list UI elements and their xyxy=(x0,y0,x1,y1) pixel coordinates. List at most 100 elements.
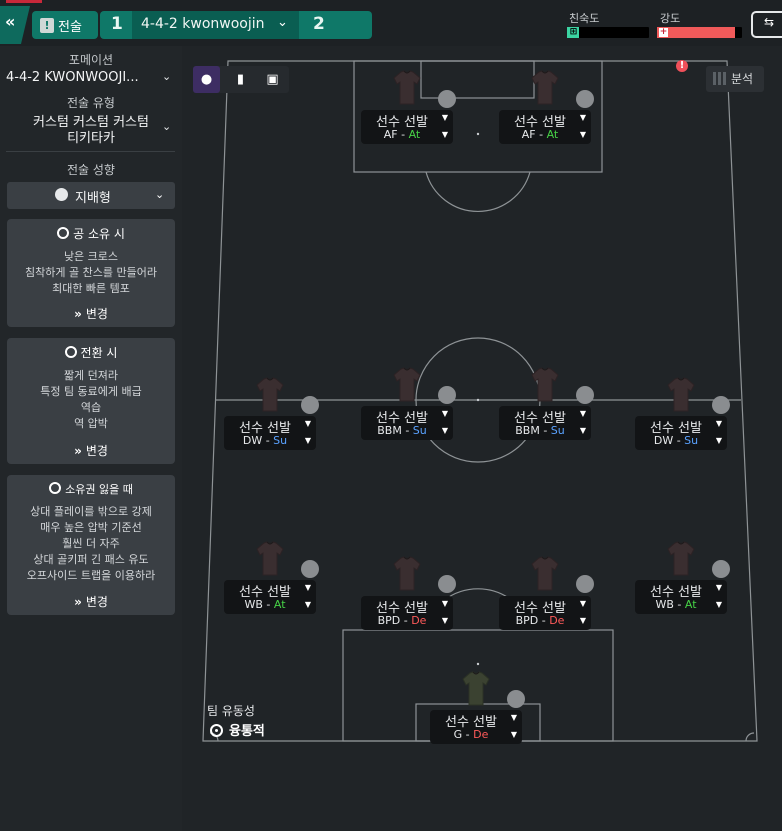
player-slot-wb-right[interactable]: 선수 선발 WB - At ▼ ▼ xyxy=(635,580,727,614)
view-toolbar: ● ▮ ▣ xyxy=(193,66,289,93)
player-slot-bpd-right[interactable]: 선수 선발 BPD - De ▼ ▼ xyxy=(499,596,591,630)
caret-down-icon: ▼ xyxy=(579,616,586,625)
duty-label: At xyxy=(684,598,697,611)
role-separator: - xyxy=(400,614,412,627)
role-duty-dropdown[interactable]: BPD - De xyxy=(499,614,581,627)
duty-label: De xyxy=(473,728,489,741)
player-status-dot[interactable] xyxy=(438,386,456,404)
role-duty-dropdown[interactable]: BBM - Su xyxy=(361,424,443,437)
player-status-dot[interactable] xyxy=(438,575,456,593)
role-duty-dropdown[interactable]: BBM - Su xyxy=(499,424,581,437)
duty-label: At xyxy=(546,128,559,141)
target-icon xyxy=(210,724,223,737)
top-penalty-arc xyxy=(425,171,531,212)
stats-view-button[interactable]: ▮ xyxy=(227,66,254,93)
player-status-dot[interactable] xyxy=(576,575,594,593)
bar-chart-icon: ▮ xyxy=(236,72,245,87)
person-icon: ● xyxy=(200,72,213,87)
role-duty-dropdown[interactable]: G - De xyxy=(430,728,512,741)
role-separator: - xyxy=(262,598,274,611)
duty-label: Su xyxy=(412,424,427,437)
role-duty-dropdown[interactable]: WB - At xyxy=(224,598,306,611)
role-label: WB xyxy=(655,598,674,611)
caret-down-icon: ▼ xyxy=(441,409,448,418)
player-slot-card: 선수 선발 AF - At ▼ ▼ xyxy=(499,110,591,144)
caret-down-icon: ▼ xyxy=(441,130,448,139)
caret-down-icon: ▼ xyxy=(441,113,448,122)
caret-down-icon: ▼ xyxy=(715,583,722,592)
player-slot-card: 선수 선발 DW - Su ▼ ▼ xyxy=(224,416,316,450)
warning-icon[interactable]: ! xyxy=(676,60,688,72)
analysis-label: 분석 xyxy=(731,72,754,86)
role-separator: - xyxy=(262,434,274,447)
player-slot-gk[interactable]: 선수 선발 G - De ▼ ▼ xyxy=(430,710,522,744)
team-fluidity: 팀 유동성 융통적 xyxy=(207,702,265,739)
role-label: BPD xyxy=(515,614,539,627)
player-shirt-icon[interactable] xyxy=(462,671,490,707)
player-shirt-icon[interactable] xyxy=(393,367,421,403)
player-slot-af-left[interactable]: 선수 선발 AF - At ▼ ▼ xyxy=(361,110,453,144)
caret-down-icon: ▼ xyxy=(579,599,586,608)
player-status-dot[interactable] xyxy=(576,90,594,108)
player-status-dot[interactable] xyxy=(438,90,456,108)
player-shirt-icon[interactable] xyxy=(667,541,695,577)
role-duty-dropdown[interactable]: AF - At xyxy=(361,128,443,141)
caret-down-icon: ▼ xyxy=(441,426,448,435)
player-shirt-icon[interactable] xyxy=(393,70,421,106)
duty-label: Su xyxy=(684,434,699,447)
player-status-dot[interactable] xyxy=(507,690,525,708)
duty-label: Su xyxy=(550,424,565,437)
player-slot-bpd-left[interactable]: 선수 선발 BPD - De ▼ ▼ xyxy=(361,596,453,630)
duty-label: At xyxy=(273,598,286,611)
role-separator: - xyxy=(539,424,551,437)
role-separator: - xyxy=(462,728,474,741)
player-view-button[interactable]: ● xyxy=(193,66,220,93)
analysis-button[interactable]: 분석 xyxy=(706,66,764,92)
instructions-view-button[interactable]: ▣ xyxy=(259,66,286,93)
role-duty-dropdown[interactable]: AF - At xyxy=(499,128,581,141)
role-duty-dropdown[interactable]: DW - Su xyxy=(224,434,306,447)
player-status-dot[interactable] xyxy=(712,560,730,578)
caret-down-icon: ▼ xyxy=(579,409,586,418)
player-shirt-icon[interactable] xyxy=(256,377,284,413)
caret-down-icon: ▼ xyxy=(715,600,722,609)
player-slot-dw-right[interactable]: 선수 선발 DW - Su ▼ ▼ xyxy=(635,416,727,450)
player-slot-wb-left[interactable]: 선수 선발 WB - At ▼ ▼ xyxy=(224,580,316,614)
caret-down-icon: ▼ xyxy=(441,599,448,608)
penalty-spot xyxy=(476,132,480,136)
role-label: G xyxy=(453,728,463,741)
role-label: BBM xyxy=(515,424,540,437)
player-shirt-icon[interactable] xyxy=(531,70,559,106)
role-duty-dropdown[interactable]: DW - Su xyxy=(635,434,717,447)
player-slot-dw-left[interactable]: 선수 선발 DW - Su ▼ ▼ xyxy=(224,416,316,450)
player-status-dot[interactable] xyxy=(576,386,594,404)
player-shirt-icon[interactable] xyxy=(667,377,695,413)
role-label: AF xyxy=(521,128,536,141)
player-shirt-icon[interactable] xyxy=(393,556,421,592)
caret-down-icon: ▼ xyxy=(579,113,586,122)
player-status-dot[interactable] xyxy=(301,396,319,414)
player-slot-bbm-right[interactable]: 선수 선발 BBM - Su ▼ ▼ xyxy=(499,406,591,440)
player-slot-card: 선수 선발 DW - Su ▼ ▼ xyxy=(635,416,727,450)
role-label: BPD xyxy=(377,614,401,627)
player-shirt-icon[interactable] xyxy=(256,541,284,577)
role-label: AF xyxy=(383,128,398,141)
caret-down-icon: ▼ xyxy=(579,130,586,139)
player-status-dot[interactable] xyxy=(712,396,730,414)
player-slot-af-right[interactable]: 선수 선발 AF - At ▼ ▼ xyxy=(499,110,591,144)
role-duty-dropdown[interactable]: WB - At xyxy=(635,598,717,611)
caret-down-icon: ▼ xyxy=(579,426,586,435)
player-shirt-icon[interactable] xyxy=(531,556,559,592)
duty-label: De xyxy=(549,614,565,627)
player-shirt-icon[interactable] xyxy=(531,367,559,403)
duty-label: De xyxy=(411,614,427,627)
caret-down-icon: ▼ xyxy=(510,730,517,739)
role-duty-dropdown[interactable]: BPD - De xyxy=(361,614,443,627)
player-slot-bbm-left[interactable]: 선수 선발 BBM - Su ▼ ▼ xyxy=(361,406,453,440)
penalty-spot xyxy=(476,662,480,666)
caret-down-icon: ▼ xyxy=(715,419,722,428)
player-status-dot[interactable] xyxy=(301,560,319,578)
team-fluidity-value[interactable]: 융통적 xyxy=(210,720,330,739)
grid-icon xyxy=(713,72,726,85)
caret-down-icon: ▼ xyxy=(715,436,722,445)
